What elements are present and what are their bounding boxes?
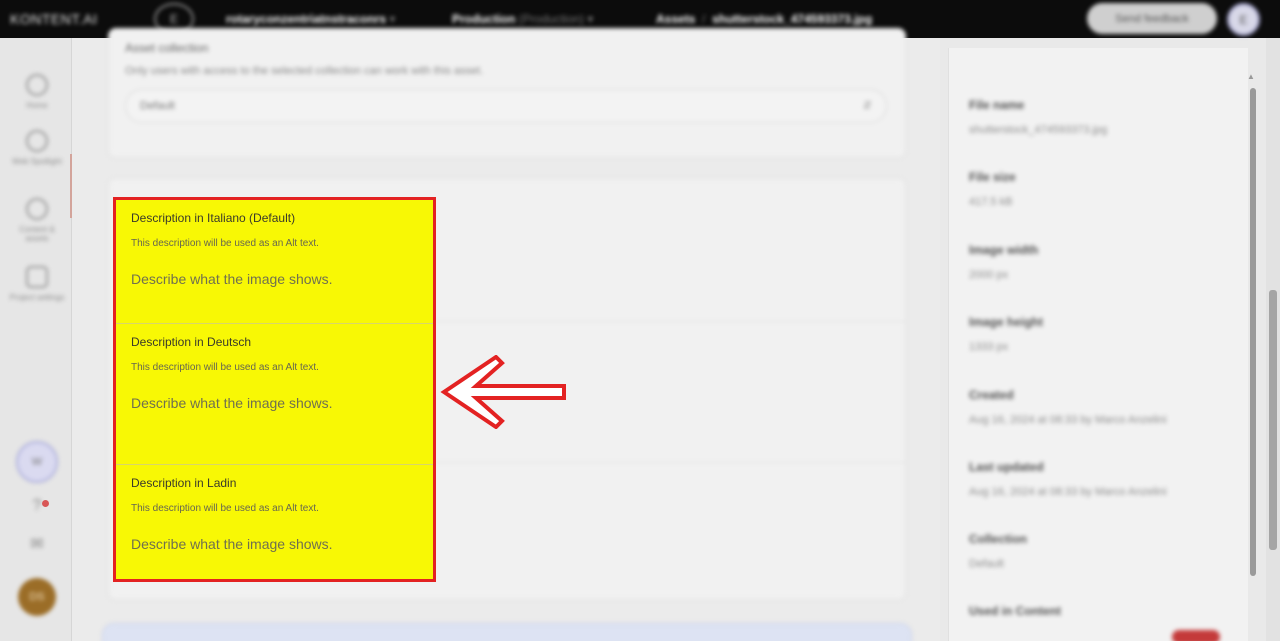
asset-details-panel: File name shutterstock_474593373.jpg Fil… xyxy=(948,48,1248,641)
environment-value: (Production) xyxy=(518,12,585,26)
image-height-value: 1333 px xyxy=(969,341,1009,353)
info-banner xyxy=(102,623,912,641)
divider xyxy=(436,321,906,322)
image-width-value: 2000 px xyxy=(969,269,1009,281)
file-name-value: shutterstock_474593373.jpg xyxy=(969,124,1108,136)
collection-select[interactable]: Default ⇵ xyxy=(125,89,887,123)
breadcrumb-separator: / xyxy=(698,12,709,26)
status-badge xyxy=(1172,630,1220,641)
divider xyxy=(436,462,906,463)
chevron-down-icon: ▾ xyxy=(389,12,396,26)
image-width-label: Image width xyxy=(969,243,1039,257)
rail-item-label: Web Spotlight xyxy=(12,157,62,166)
spotlight-icon xyxy=(26,130,48,152)
home-icon xyxy=(26,74,48,96)
used-in-label: Used in Content xyxy=(969,604,1061,618)
breadcrumb-asset: shutterstock_474593373.jpg xyxy=(712,12,873,26)
created-value: Aug 16, 2024 at 08:33 by Marco Anzelini xyxy=(969,414,1167,426)
rail-item-spotlight[interactable]: Web Spotlight xyxy=(8,130,66,166)
asset-collection-help: Only users with access to the selected c… xyxy=(125,65,484,77)
rail-item-label: Project settings xyxy=(9,293,65,302)
description-input-ladin[interactable] xyxy=(131,533,411,555)
project-selector[interactable]: rotaryconzentriatnstraconrs ▾ xyxy=(226,12,395,26)
user-avatar[interactable]: DS xyxy=(18,578,56,616)
breadcrumb: Assets / shutterstock_474593373.jpg xyxy=(656,12,872,26)
navigation-rail: Home Web Spotlight Content & assets Proj… xyxy=(0,38,72,641)
settings-icon xyxy=(26,266,48,288)
chevron-down-icon: ▾ xyxy=(587,12,594,26)
description-input-italiano[interactable] xyxy=(131,268,411,290)
page-scrollbar[interactable] xyxy=(1269,290,1277,550)
notifications-icon[interactable]: ✉ xyxy=(26,534,48,556)
rail-item-home[interactable]: Home xyxy=(8,74,66,110)
scroll-up-icon[interactable]: ▲ xyxy=(1247,72,1255,81)
assets-icon xyxy=(26,198,48,220)
description-help: This description will be used as an Alt … xyxy=(131,503,319,514)
description-ladin: Description in Ladin This description wi… xyxy=(116,464,433,579)
description-title: Description in Ladin xyxy=(131,476,237,490)
description-italiano: Description in Italiano (Default) This d… xyxy=(116,200,433,341)
app-logo[interactable]: KONTENT.AI xyxy=(10,11,97,27)
user-avatar[interactable]: E xyxy=(1227,3,1260,36)
rail-item-label: Content & assets xyxy=(19,225,55,243)
collection-value: Default xyxy=(969,558,1004,570)
last-updated-label: Last updated xyxy=(969,460,1044,474)
file-name-label: File name xyxy=(969,98,1025,112)
breadcrumb-section[interactable]: Assets xyxy=(656,12,695,26)
last-updated-value: Aug 16, 2024 at 08:33 by Marco Anzelini xyxy=(969,486,1167,498)
panel-scrollbar[interactable] xyxy=(1250,88,1256,576)
created-label: Created xyxy=(969,388,1014,402)
rail-item-label: Home xyxy=(26,101,48,110)
pointer-arrow-icon xyxy=(440,355,566,429)
project-name: rotaryconzentriatnstraconrs xyxy=(226,12,387,26)
file-size-label: File size xyxy=(969,170,1016,184)
description-deutsch: Description in Deutsch This description … xyxy=(116,323,433,464)
description-title: Description in Italiano (Default) xyxy=(131,211,296,225)
image-height-label: Image height xyxy=(969,315,1044,329)
description-help: This description will be used as an Alt … xyxy=(131,238,319,249)
collection-label: Collection xyxy=(969,532,1028,546)
environment-selector[interactable]: Production (Production) ▾ xyxy=(452,12,593,26)
description-input-deutsch[interactable] xyxy=(131,392,411,414)
notification-badge xyxy=(42,500,49,507)
asset-collection-card: Asset collection Only users with access … xyxy=(108,28,906,158)
description-title: Description in Deutsch xyxy=(131,335,252,349)
rail-item-content-assets[interactable]: Content & assets xyxy=(8,198,66,243)
chevron-down-icon: ⇵ xyxy=(862,100,872,112)
feedback-button[interactable]: Send feedback xyxy=(1087,3,1217,34)
environment-label: Production xyxy=(452,12,516,26)
workspace-badge[interactable]: W xyxy=(16,441,58,483)
file-size-value: 417.5 kB xyxy=(969,196,1013,208)
description-help: This description will be used as an Alt … xyxy=(131,362,319,373)
rail-item-project-settings[interactable]: Project settings xyxy=(8,266,66,302)
descriptions-highlight: Description in Italiano (Default) This d… xyxy=(113,197,436,582)
asset-collection-title: Asset collection xyxy=(125,41,209,55)
collection-select-value: Default xyxy=(140,100,175,112)
